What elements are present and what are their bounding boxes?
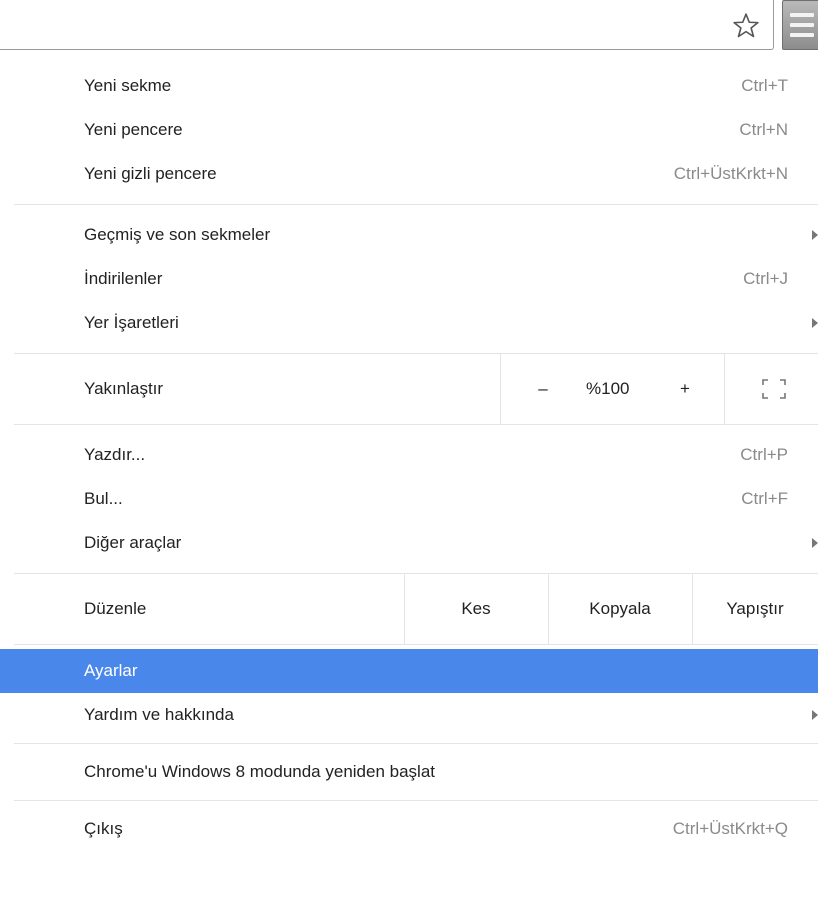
menu-item-label: Yardım ve hakkında bbox=[84, 705, 234, 724]
menu-item-new-tab[interactable]: Yeni sekme Ctrl+T bbox=[0, 64, 818, 108]
edit-label: Düzenle bbox=[84, 599, 147, 618]
menu-item-label: Diğer araçlar bbox=[84, 533, 182, 552]
menu-item-label: Yeni sekme bbox=[84, 76, 172, 95]
menu-separator bbox=[14, 644, 818, 645]
zoom-divider bbox=[500, 354, 501, 424]
fullscreen-icon[interactable] bbox=[762, 379, 786, 399]
menu-item-history[interactable]: Geçmiş ve son sekmeler bbox=[0, 213, 818, 257]
menu-item-find[interactable]: Bul... Ctrl+F bbox=[0, 477, 818, 521]
chrome-menu: Yeni sekme Ctrl+T Yeni pencere Ctrl+N Ye… bbox=[0, 56, 818, 851]
menu-item-label: İndirilenler bbox=[84, 269, 163, 288]
zoom-label: Yakınlaştır bbox=[84, 379, 164, 398]
menu-item-label: Geçmiş ve son sekmeler bbox=[84, 225, 271, 244]
menu-item-exit[interactable]: Çıkış Ctrl+ÜstKrkt+Q bbox=[0, 807, 818, 851]
address-bar[interactable] bbox=[0, 0, 774, 50]
zoom-value: %100 bbox=[586, 379, 630, 398]
menu-separator bbox=[14, 800, 818, 801]
copy-button[interactable]: Kopyala bbox=[548, 599, 692, 619]
menu-item-label: Ayarlar bbox=[84, 661, 138, 680]
shortcut-label: Ctrl+ÜstKrkt+Q bbox=[672, 819, 788, 838]
menu-item-bookmarks[interactable]: Yer İşaretleri bbox=[0, 301, 818, 345]
menu-item-label: Yeni pencere bbox=[84, 120, 183, 139]
menu-item-more-tools[interactable]: Diğer araçlar bbox=[0, 521, 818, 565]
menu-item-relaunch-windows8[interactable]: Chrome'u Windows 8 modunda yeniden başla… bbox=[0, 750, 818, 794]
shortcut-label: Ctrl+F bbox=[741, 489, 788, 508]
menu-item-label: Yeni gizli pencere bbox=[84, 164, 217, 183]
menu-item-downloads[interactable]: İndirilenler Ctrl+J bbox=[0, 257, 818, 301]
menu-item-label: Chrome'u Windows 8 modunda yeniden başla… bbox=[84, 762, 435, 781]
cut-button[interactable]: Kes bbox=[404, 599, 548, 619]
browser-toolbar bbox=[0, 0, 818, 56]
submenu-arrow-icon bbox=[812, 538, 818, 548]
menu-item-help[interactable]: Yardım ve hakkında bbox=[0, 693, 818, 737]
paste-button[interactable]: Yapıştır bbox=[692, 599, 818, 619]
menu-item-label: Yazdır... bbox=[84, 445, 146, 464]
submenu-arrow-icon bbox=[812, 710, 818, 720]
hamburger-menu-icon[interactable] bbox=[782, 0, 818, 50]
menu-separator bbox=[14, 424, 818, 425]
menu-item-label: Yer İşaretleri bbox=[84, 313, 179, 332]
menu-item-label: Bul... bbox=[84, 489, 123, 508]
zoom-out-button[interactable]: – bbox=[532, 379, 554, 399]
menu-item-incognito-window[interactable]: Yeni gizli pencere Ctrl+ÜstKrkt+N bbox=[0, 152, 818, 196]
shortcut-label: Ctrl+J bbox=[743, 269, 788, 288]
star-icon[interactable] bbox=[726, 6, 766, 46]
zoom-in-button[interactable]: + bbox=[674, 379, 696, 399]
shortcut-label: Ctrl+T bbox=[741, 76, 788, 95]
submenu-arrow-icon bbox=[812, 230, 818, 240]
menu-separator bbox=[14, 204, 818, 205]
menu-item-new-window[interactable]: Yeni pencere Ctrl+N bbox=[0, 108, 818, 152]
edit-row: Düzenle Kes Kopyala Yapıştır bbox=[0, 574, 818, 644]
menu-item-settings[interactable]: Ayarlar bbox=[0, 649, 818, 693]
zoom-divider bbox=[724, 354, 725, 424]
menu-item-label: Çıkış bbox=[84, 819, 123, 838]
shortcut-label: Ctrl+ÜstKrkt+N bbox=[673, 164, 788, 183]
menu-item-print[interactable]: Yazdır... Ctrl+P bbox=[0, 433, 818, 477]
zoom-row: Yakınlaştır – %100 + bbox=[0, 354, 818, 424]
shortcut-label: Ctrl+N bbox=[739, 120, 788, 139]
shortcut-label: Ctrl+P bbox=[740, 445, 788, 464]
menu-separator bbox=[14, 743, 818, 744]
submenu-arrow-icon bbox=[812, 318, 818, 328]
